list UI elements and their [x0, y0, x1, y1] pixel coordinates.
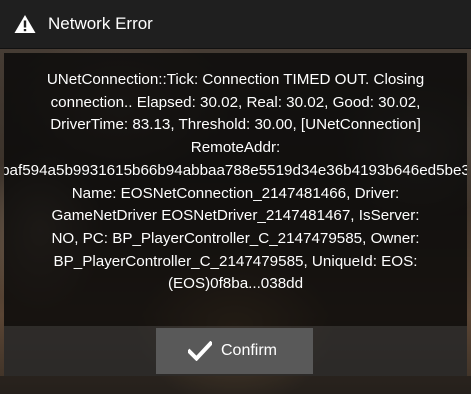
message-line: (EOS)0f8ba...038dd	[167, 275, 304, 293]
message-line-remote-addr: 0002baf594a5b9931615b66b94abbaa788e5519d…	[4, 161, 467, 179]
checkmark-icon	[188, 341, 212, 361]
message-line: GameNetDriver EOSNetDriver_2147481467, I…	[51, 207, 420, 225]
message-line: NO, PC: BP_PlayerController_C_2147479585…	[51, 229, 420, 247]
message-line: BP_PlayerController_C_2147479585, Unique…	[53, 252, 418, 270]
warning-icon	[14, 15, 36, 33]
dialog-title: Network Error	[48, 14, 153, 33]
error-message: UNetConnection::Tick: Connection TIMED O…	[4, 69, 467, 296]
confirm-button-label: Confirm	[221, 342, 278, 359]
message-line: RemoteAddr:	[190, 139, 281, 157]
message-panel: UNetConnection::Tick: Connection TIMED O…	[4, 53, 467, 326]
confirm-button[interactable]: Confirm	[156, 328, 313, 374]
message-line: DriverTime: 83.13, Threshold: 30.00, [UN…	[50, 116, 421, 134]
dialog-bottom-edge	[0, 376, 471, 394]
network-error-dialog: Network Error UNetConnection::Tick: Conn…	[0, 0, 471, 394]
message-line: Name: EOSNetConnection_2147481466, Drive…	[71, 184, 400, 202]
dialog-titlebar: Network Error	[0, 0, 471, 49]
message-line: UNetConnection::Tick: Connection TIMED O…	[46, 71, 425, 88]
message-line: connection.. Elapsed: 30.02, Real: 30.02…	[50, 93, 421, 111]
